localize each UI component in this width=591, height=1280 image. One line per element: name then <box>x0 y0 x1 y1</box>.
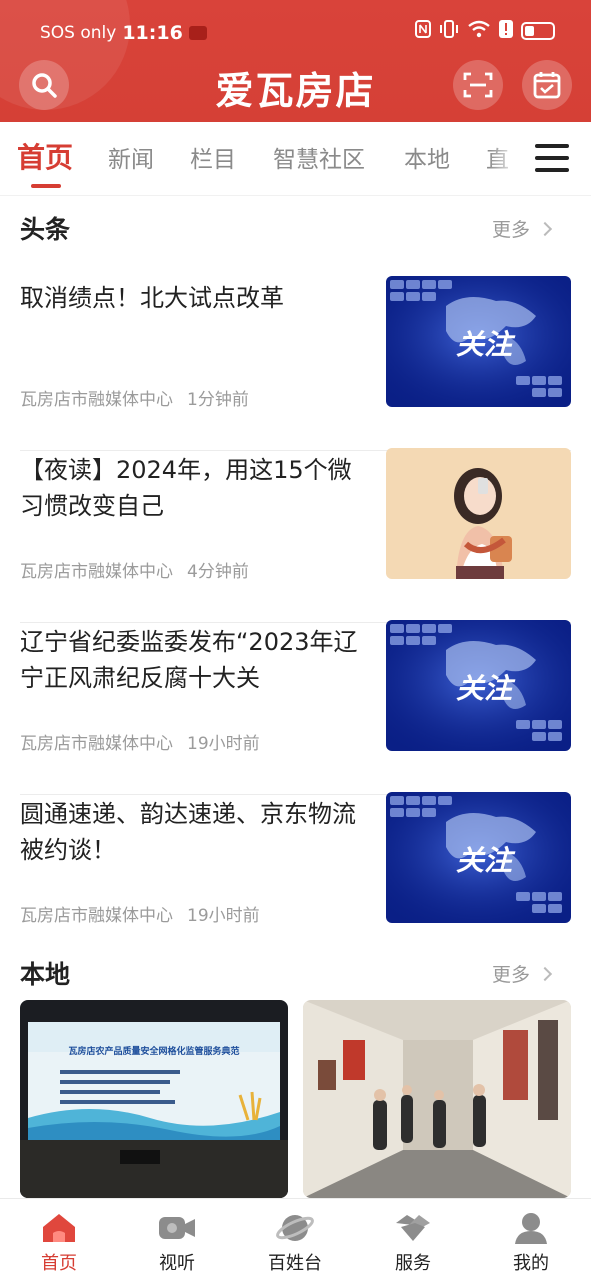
article-time: 19小时前 <box>187 906 260 926</box>
article-thumbnail: 关注 <box>386 620 571 751</box>
nav-services[interactable]: 服务 <box>363 1211 463 1275</box>
bottom-navigation: 首页 视听 百姓台 服务 我的 <box>0 1198 591 1280</box>
scan-button[interactable] <box>453 60 503 110</box>
nav-home[interactable]: 首页 <box>9 1211 109 1275</box>
video-camera-icon <box>159 1217 195 1239</box>
handshake-icon <box>396 1215 430 1241</box>
vibrate-icon <box>439 20 459 42</box>
nav-profile[interactable]: 我的 <box>481 1211 581 1275</box>
article-title: 圆通速递、韵达速递、京东物流被约谈！ <box>20 800 356 864</box>
article-thumbnail <box>386 448 571 579</box>
active-tab-indicator <box>31 184 61 188</box>
carrier-text: SOS only <box>40 23 117 43</box>
section-title-local: 本地 <box>20 960 71 989</box>
article-item[interactable]: 辽宁省纪委监委发布“2023年辽宁正风肃纪反腐十大关 瓦房店市融媒体中心 19小时… <box>20 620 571 795</box>
nav-community[interactable]: 百姓台 <box>245 1211 345 1275</box>
local-news-image-2[interactable] <box>303 1000 571 1198</box>
headlines-more-link[interactable]: 更多 <box>492 215 553 242</box>
chevron-right-icon <box>537 966 553 981</box>
clock: 11:16 <box>122 22 183 44</box>
channel-tabs: 首页 新闻 栏目 智慧社区 本地 直 <box>0 122 591 196</box>
tab-home[interactable]: 首页 <box>17 136 73 176</box>
article-source: 瓦房店市融媒体中心 <box>20 562 173 582</box>
article-time: 1分钟前 <box>187 390 249 410</box>
nfc-icon <box>415 20 431 42</box>
tab-columns[interactable]: 栏目 <box>190 140 236 174</box>
notification-icon <box>188 26 207 40</box>
tab-smart-community[interactable]: 智慧社区 <box>273 140 365 174</box>
chevron-right-icon <box>537 221 553 236</box>
planet-icon <box>276 1215 314 1241</box>
status-bar: SOS only 11:16 <box>0 16 591 50</box>
article-time: 19小时前 <box>187 734 260 754</box>
tab-local[interactable]: 本地 <box>404 140 450 174</box>
article-source: 瓦房店市融媒体中心 <box>20 906 173 926</box>
article-time: 4分钟前 <box>187 562 249 582</box>
banner-text: 瓦房店农产品质量安全网格化监管服务典范 <box>68 1045 239 1057</box>
svg-text:关注: 关注 <box>456 844 516 877</box>
article-title: 【夜读】2024年，用这15个微习惯改变自己 <box>20 456 352 520</box>
article-source: 瓦房店市融媒体中心 <box>20 390 173 410</box>
article-item[interactable]: 【夜读】2024年，用这15个微习惯改变自己 瓦房店市融媒体中心 4分钟前 <box>20 448 571 623</box>
article-title: 辽宁省纪委监委发布“2023年辽宁正风肃纪反腐十大关 <box>20 628 358 692</box>
home-icon <box>43 1214 75 1242</box>
article-item[interactable]: 圆通速递、韵达速递、京东物流被约谈！ 瓦房店市融媒体中心 19小时前 关注 <box>20 792 571 967</box>
svg-text:关注: 关注 <box>456 672 516 705</box>
svg-text:关注: 关注 <box>456 328 516 361</box>
local-news-image-1[interactable]: 瓦房店农产品质量安全网格化监管服务典范 <box>20 1000 288 1198</box>
app-header: SOS only 11:16 爱瓦房店 <box>0 0 591 122</box>
battery-icon <box>521 22 555 40</box>
local-more-link[interactable]: 更多 <box>492 960 553 987</box>
nav-video[interactable]: 视听 <box>127 1211 227 1275</box>
article-item[interactable]: 取消绩点！北大试点改革 瓦房店市融媒体中心 1分钟前 关注 <box>20 276 571 451</box>
scan-icon <box>463 72 493 98</box>
alert-icon <box>499 20 513 42</box>
checkin-button[interactable] <box>522 60 572 110</box>
channel-menu-icon[interactable] <box>535 144 569 174</box>
article-thumbnail: 关注 <box>386 792 571 923</box>
calendar-check-icon <box>533 72 561 99</box>
section-title-headlines: 头条 <box>20 215 71 244</box>
article-title: 取消绩点！北大试点改革 <box>20 284 284 312</box>
article-source: 瓦房店市融媒体中心 <box>20 734 173 754</box>
wifi-icon <box>467 20 491 42</box>
article-thumbnail: 关注 <box>386 276 571 407</box>
user-icon <box>515 1213 547 1244</box>
tab-news[interactable]: 新闻 <box>108 140 154 174</box>
